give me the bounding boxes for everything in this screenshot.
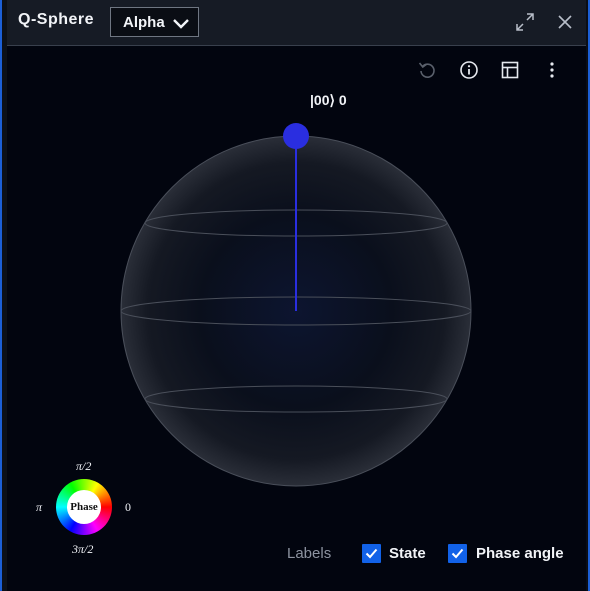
chevron-down-icon — [173, 19, 189, 29]
checkmark-icon — [451, 548, 464, 559]
dropdown-selected-value: Alpha — [123, 14, 165, 31]
checkmark-icon — [365, 548, 378, 559]
state-node[interactable] — [283, 123, 309, 149]
panel-header: Q-Sphere Alpha — [7, 0, 586, 46]
right-edge — [586, 0, 590, 591]
panel-title: Q-Sphere — [18, 11, 95, 28]
phase-angle-checkbox-label[interactable]: Phase angle — [476, 545, 564, 562]
phase-label-top: π/2 — [76, 459, 92, 473]
labels-title: Labels — [287, 545, 332, 562]
maximize-icon[interactable] — [515, 12, 535, 32]
qsphere-canvas: |00⟩ 0 Phase π/2 π 0 3π/2 Labels State P… — [7, 47, 586, 591]
phase-wheel-label: Phase — [70, 501, 98, 513]
phase-label-bottom: 3π/2 — [72, 542, 94, 556]
phase-wheel-legend: Phase π/2 π 0 3π/2 — [34, 457, 144, 557]
phase-angle-checkbox[interactable] — [448, 544, 467, 563]
phase-label-right: 0 — [125, 500, 131, 514]
qsphere[interactable] — [7, 47, 586, 507]
model-dropdown[interactable]: Alpha — [110, 7, 199, 37]
state-label: |00⟩ 0 — [310, 92, 347, 108]
labels-options: Labels State Phase angle — [287, 542, 582, 566]
phase-label-left: π — [36, 500, 43, 514]
left-edge — [0, 0, 7, 591]
state-checkbox-label[interactable]: State — [389, 545, 426, 562]
state-checkbox[interactable] — [362, 544, 381, 563]
close-icon[interactable] — [555, 12, 575, 32]
